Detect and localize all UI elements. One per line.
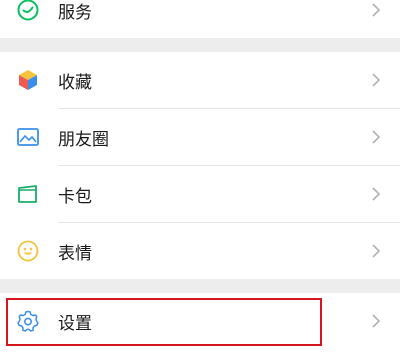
group-content: 收藏 朋友圈 卡包 表情 <box>0 52 400 279</box>
menu-item-label: 设置 <box>58 313 92 334</box>
chevron-right-icon <box>366 184 386 204</box>
menu-item-label: 表情 <box>58 243 92 264</box>
moments-icon <box>16 125 40 149</box>
cards-icon <box>16 182 40 206</box>
menu-item-stickers[interactable]: 表情 <box>0 223 400 279</box>
menu-item-cards[interactable]: 卡包 <box>0 166 400 222</box>
menu-item-label: 卡包 <box>58 186 92 207</box>
settings-icon <box>16 309 40 333</box>
services-icon <box>16 0 40 22</box>
menu-item-services[interactable]: 服务 <box>0 0 400 38</box>
menu-item-settings[interactable]: 设置 <box>0 293 400 349</box>
menu-item-favorites[interactable]: 收藏 <box>0 52 400 108</box>
menu-item-moments[interactable]: 朋友圈 <box>0 109 400 165</box>
section-gap <box>0 279 400 293</box>
chevron-right-icon <box>366 127 386 147</box>
chevron-right-icon <box>366 241 386 261</box>
chevron-right-icon <box>366 311 386 331</box>
group-services: 服务 <box>0 0 400 38</box>
chevron-right-icon <box>366 70 386 90</box>
stickers-icon <box>16 239 40 263</box>
menu-item-label: 朋友圈 <box>58 129 109 150</box>
chevron-right-icon <box>366 0 386 20</box>
menu-item-label: 收藏 <box>58 72 92 93</box>
menu-item-label: 服务 <box>58 2 92 23</box>
section-gap <box>0 38 400 52</box>
favorites-icon <box>16 68 40 92</box>
